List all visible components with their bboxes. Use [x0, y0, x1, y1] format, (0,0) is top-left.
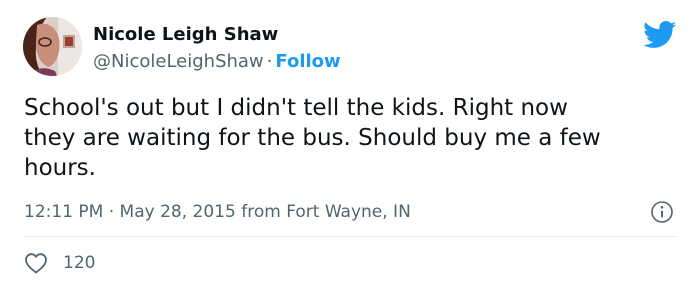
tweet-text: School's out but I didn't tell the kids.…: [24, 95, 601, 181]
tweet-time[interactable]: 12:11 PM: [24, 202, 103, 222]
follow-button[interactable]: Follow: [275, 51, 340, 72]
tweet-card: Nicole Leigh Shaw @NicoleLeighShaw · Follo…: [0, 0, 700, 288]
like-count: 120: [63, 253, 96, 273]
divider: [24, 236, 678, 237]
tweet-date[interactable]: May 28, 2015: [120, 202, 236, 222]
author-name[interactable]: Nicole Leigh Shaw: [93, 23, 278, 47]
info-icon[interactable]: [650, 200, 674, 224]
separator-dot: ·: [266, 51, 273, 72]
handle-line: @NicoleLeighShaw · Follow: [93, 50, 341, 74]
from-label: from: [241, 202, 281, 222]
meta-separator: ·: [108, 202, 115, 222]
tweet-meta: 12:11 PM · May 28, 2015 from Fort Wayne,…: [24, 200, 411, 224]
author-handle[interactable]: @NicoleLeighShaw: [93, 51, 264, 72]
tweet-location[interactable]: Fort Wayne, IN: [286, 202, 411, 222]
heart-icon[interactable]: [24, 252, 48, 274]
like-button[interactable]: 120: [24, 251, 95, 275]
avatar[interactable]: [23, 17, 82, 76]
twitter-bird-icon[interactable]: [643, 21, 677, 49]
